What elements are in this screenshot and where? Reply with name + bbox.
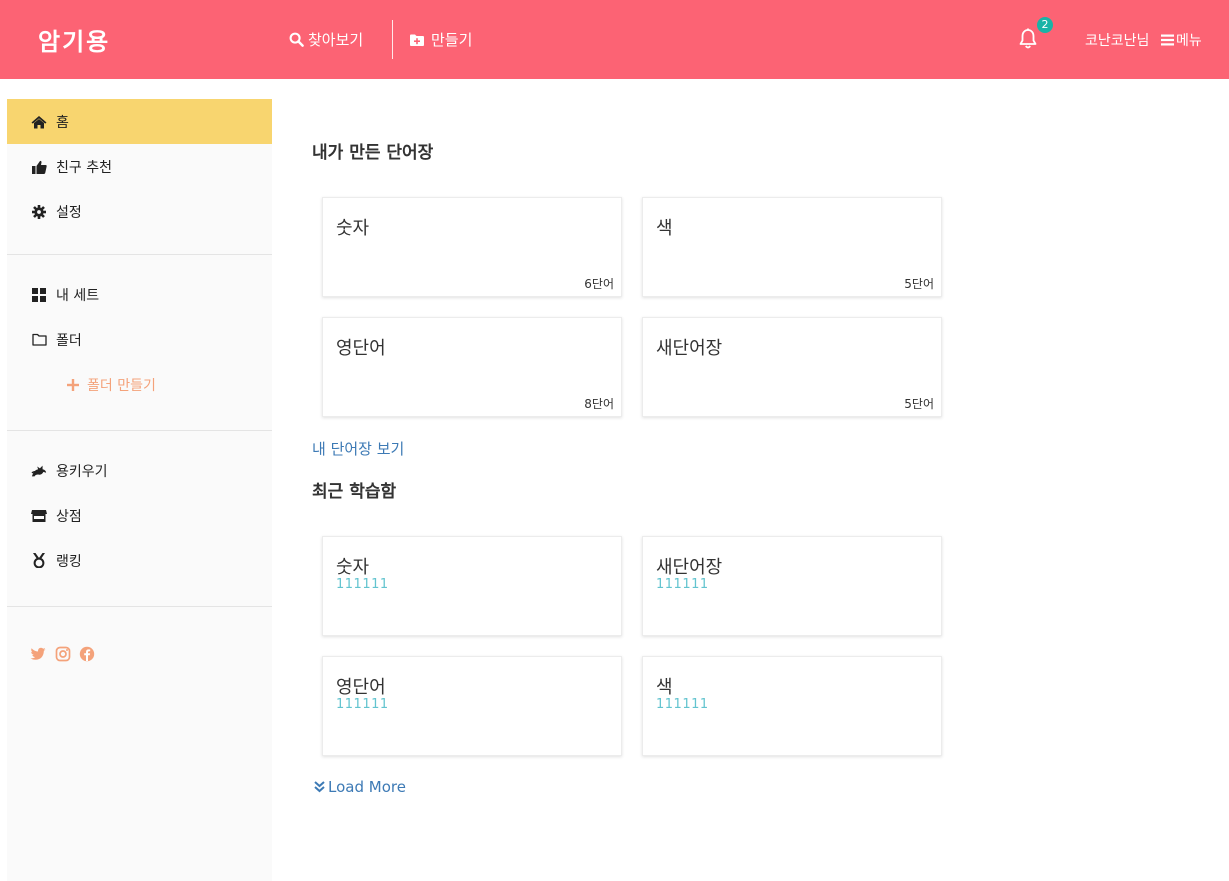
instagram-icon[interactable] (55, 646, 71, 662)
nav-divider (392, 20, 393, 59)
recent-card[interactable]: 색 111111 (642, 656, 942, 756)
bell-icon[interactable] (1016, 27, 1040, 51)
user-name[interactable]: 코난코난님 (1085, 30, 1149, 50)
load-more-button[interactable]: Load More (314, 778, 406, 796)
recent-card-title: 색 (656, 677, 673, 698)
thumbs-up-icon (31, 159, 47, 175)
set-card-title: 숫자 (336, 218, 370, 239)
sidebar-item-label: 내 세트 (56, 287, 100, 304)
set-card-count: 5단어 (904, 277, 934, 291)
search-nav-link[interactable]: 찾아보기 (289, 29, 363, 50)
sidebar-item-label: 홈 (56, 114, 69, 131)
sidebar-item-label: 설정 (56, 204, 82, 221)
logo[interactable]: 암기용 (38, 22, 110, 57)
folder-icon (31, 332, 47, 348)
recent-card[interactable]: 새단어장 111111 (642, 536, 942, 636)
recent-card-author: 111111 (336, 697, 389, 712)
sidebar-item-grow[interactable]: 용키우기 (7, 448, 272, 493)
set-card-count: 8단어 (584, 397, 614, 411)
sidebar-item-ranking[interactable]: 랭킹 (7, 538, 272, 583)
set-card-title: 새단어장 (656, 338, 723, 359)
search-label: 찾아보기 (308, 31, 364, 49)
recent-title: 최근 학습함 (312, 482, 397, 502)
sidebar-divider (7, 254, 272, 255)
store-icon (31, 508, 47, 524)
sidebar-item-label: 친구 추천 (56, 159, 112, 176)
twitter-icon[interactable] (30, 646, 46, 662)
folder-add-label: 폴더 만들기 (87, 378, 156, 394)
dragon-icon (31, 463, 47, 479)
menu-label: 메뉴 (1176, 33, 1202, 49)
gear-icon (31, 204, 47, 220)
sidebar-item-label: 용키우기 (56, 463, 108, 480)
sidebar-item-my-sets[interactable]: 내 세트 (7, 272, 272, 317)
notification-badge: 2 (1037, 17, 1053, 33)
set-card-title: 영단어 (336, 338, 386, 359)
facebook-icon[interactable] (79, 646, 95, 662)
create-nav-link[interactable]: 만들기 (409, 29, 472, 50)
sidebar-item-shop[interactable]: 상점 (7, 493, 272, 538)
my-sets-title: 내가 만든 단어장 (312, 143, 434, 163)
sidebar-divider (7, 430, 272, 431)
folder-plus-icon (410, 34, 424, 46)
sidebar-item-label: 상점 (56, 508, 82, 525)
home-icon (31, 114, 47, 130)
medal-icon (31, 553, 47, 569)
sidebar: 홈 친구 추천 설정 내 세트 폴더 폴더 만들기 용키우기 상점 랭킹 (7, 99, 272, 881)
create-label: 만들기 (431, 31, 473, 49)
grid-icon (31, 287, 47, 303)
set-card-count: 6단어 (584, 277, 614, 291)
view-my-sets-link[interactable]: 내 단어장 보기 (312, 438, 404, 459)
recent-card[interactable]: 영단어 111111 (322, 656, 622, 756)
hamburger-icon (1161, 34, 1174, 46)
recent-card-title: 영단어 (336, 677, 386, 698)
set-card[interactable]: 색 5단어 (642, 197, 942, 297)
set-card-title: 색 (656, 218, 673, 239)
sidebar-divider (7, 606, 272, 607)
sidebar-item-friends[interactable]: 친구 추천 (7, 144, 272, 189)
folder-add-button[interactable]: 폴더 만들기 (67, 375, 156, 395)
recent-card[interactable]: 숫자 111111 (322, 536, 622, 636)
menu-button[interactable]: 메뉴 (1161, 30, 1202, 50)
sidebar-item-label: 폴더 (56, 332, 82, 349)
set-card-count: 5단어 (904, 397, 934, 411)
recent-card-author: 111111 (656, 697, 709, 712)
recent-card-author: 111111 (336, 577, 389, 592)
sidebar-item-home[interactable]: 홈 (7, 99, 272, 144)
search-icon (289, 32, 304, 47)
set-card[interactable]: 영단어 8단어 (322, 317, 622, 417)
set-card[interactable]: 숫자 6단어 (322, 197, 622, 297)
plus-icon (67, 379, 79, 391)
double-chevron-down-icon (314, 781, 325, 793)
sidebar-item-settings[interactable]: 설정 (7, 189, 272, 234)
top-navbar: 암기용 찾아보기 만들기 2 코난코난님 메뉴 (0, 0, 1229, 79)
load-more-label: Load More (328, 778, 406, 796)
set-card[interactable]: 새단어장 5단어 (642, 317, 942, 417)
recent-card-title: 숫자 (336, 557, 370, 578)
sidebar-item-folder[interactable]: 폴더 (7, 317, 272, 362)
recent-card-author: 111111 (656, 577, 709, 592)
sidebar-item-label: 랭킹 (56, 553, 82, 570)
recent-card-title: 새단어장 (656, 557, 723, 578)
